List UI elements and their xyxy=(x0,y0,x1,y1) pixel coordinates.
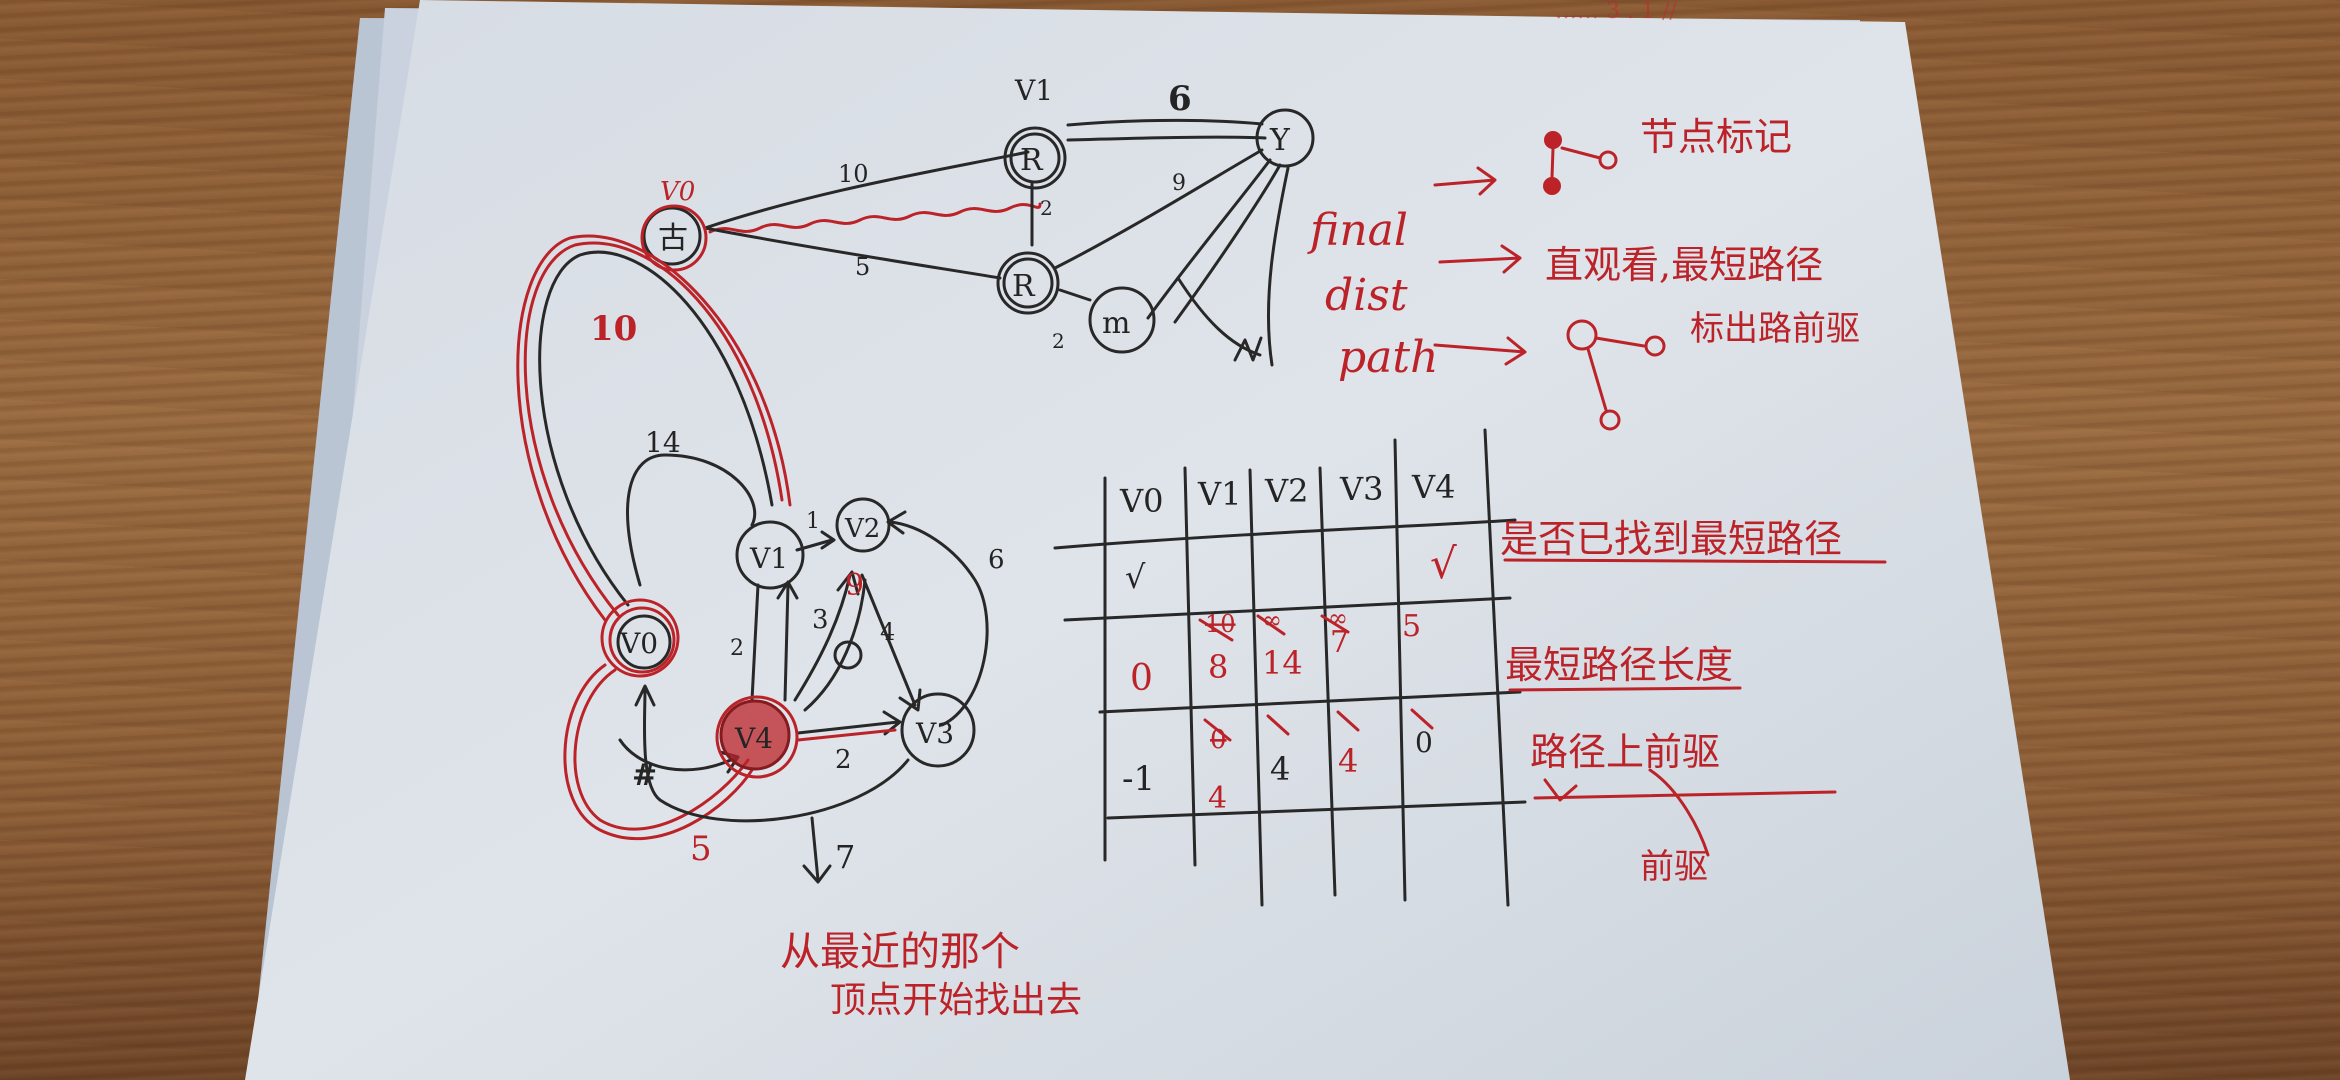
paper-shade xyxy=(245,0,2070,1080)
photo-canvas: …… 3 . 1 // 古 R R Y m V0 V1 10 5 2 9 6 2… xyxy=(245,0,2070,1080)
